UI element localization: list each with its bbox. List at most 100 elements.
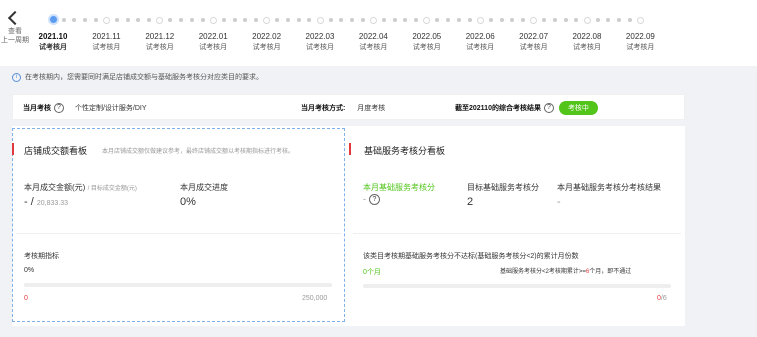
- timeline-dot[interactable]: [476, 17, 484, 24]
- timeline-dot[interactable]: [583, 17, 591, 24]
- service-bar-total: /6: [660, 295, 667, 302]
- timeline-dot[interactable]: [102, 17, 110, 24]
- month-label: 2022.01: [198, 32, 228, 41]
- timeline-step-dot: [296, 18, 301, 22]
- timeline-step-dot: [147, 18, 152, 22]
- result-cell: 截至202110的综合考核结果? 考核中: [455, 101, 598, 115]
- timeline-step-dot: [552, 18, 557, 22]
- timeline-month-2022.07[interactable]: 2022.07 试考核月: [512, 31, 556, 53]
- timeline-step-dot: [456, 18, 461, 22]
- month-label: 2022.03: [305, 32, 335, 41]
- category-value: 个性定制/设计服务/DIY: [74, 105, 147, 112]
- timeline-month-2022.05[interactable]: 2022.05 试考核月: [405, 31, 449, 53]
- month-label: 2022.06: [465, 32, 495, 41]
- month-label: 2021.11: [92, 32, 121, 41]
- timeline-month-2022.01[interactable]: 2022.01 试考核月: [191, 31, 235, 53]
- score-result-value: -: [557, 196, 561, 208]
- timeline-step-dot: [382, 18, 387, 22]
- gmv-panel-subtitle: 本月店铺成交额仅做建议参考，最终店铺成交额以考核期指标进行考核。: [102, 149, 295, 155]
- category-label: 当月考核: [23, 105, 51, 112]
- timeline-step-dot: [83, 18, 88, 22]
- timeline-dot[interactable]: [423, 17, 431, 24]
- help-icon[interactable]: ?: [543, 103, 554, 113]
- service-panel-title: 基础服务考核分看板: [364, 146, 446, 156]
- timeline-step-dot: [179, 18, 184, 22]
- month-label: 2022.02: [252, 32, 282, 41]
- timeline-dot[interactable]: [47, 14, 59, 25]
- gmv-progress-bar: [24, 283, 332, 287]
- timeline-dot[interactable]: [316, 17, 324, 24]
- timeline-month-2022.06[interactable]: 2022.06 试考核月: [458, 31, 502, 53]
- month-label: 2022.05: [412, 32, 442, 41]
- fail-rule: 基础服务考核分<2考核期累计>=6个月，即不通过: [500, 266, 631, 275]
- timeline-month-2022.04[interactable]: 2022.04 试考核月: [351, 31, 395, 53]
- month-sublabel: 试考核月: [626, 44, 655, 51]
- month-sublabel: 试考核月: [199, 44, 228, 51]
- amount-label: 本月成交金额(元): [24, 183, 86, 192]
- month-sublabel: 试考核月: [92, 44, 121, 51]
- service-score-row: -?: [363, 194, 383, 206]
- timeline-dot[interactable]: [369, 17, 377, 24]
- view-previous-period-button[interactable]: 查看 上一周期: [0, 8, 30, 45]
- timeline-month-2021.12[interactable]: 2021.12 试考核月: [138, 31, 182, 53]
- timeline-dot[interactable]: [263, 17, 271, 24]
- timeline-step-dot: [61, 18, 66, 22]
- service-score-value: -: [363, 194, 366, 204]
- target-amount-value: 20,833.33: [36, 200, 68, 207]
- timeline-step-dot: [339, 18, 344, 22]
- amount-value-row: - / 20,833.33: [24, 196, 68, 208]
- period-metric-label: 考核期指标: [24, 253, 59, 260]
- fail-rule-prefix: 基础服务考核分<2考核期累计>=: [500, 269, 586, 275]
- period-metric-percent: 0%: [24, 267, 35, 274]
- timeline-step-dot: [275, 18, 280, 22]
- target-score-label: 目标基础服务考核分: [467, 183, 539, 192]
- month-sublabel: 试考核月: [39, 44, 67, 51]
- gmv-bar-min: 0: [24, 295, 28, 302]
- timeline-step-dot: [72, 18, 77, 22]
- fail-months-text: 该类目考核期基础服务考核分不达标(基础服务考核分<2)的累计月份数: [363, 253, 579, 260]
- timeline-dot[interactable]: [636, 17, 644, 24]
- back-label-line1: 查看: [8, 28, 22, 35]
- chevron-left-icon: [7, 10, 23, 26]
- timeline-step-dot: [403, 18, 408, 22]
- timeline-dot[interactable]: [156, 17, 164, 24]
- method-label: 当月考核方式:: [301, 105, 346, 112]
- timeline-step-dot: [499, 18, 504, 22]
- gmv-panel: [12, 128, 345, 322]
- month-label: 2022.08: [572, 32, 602, 41]
- timeline-month-2022.08[interactable]: 2022.08 试考核月: [565, 31, 609, 53]
- timeline-month-2021.10[interactable]: 2021.10 试考核月: [31, 31, 75, 53]
- assessment-summary: 当月考核? 个性定制/设计服务/DIY 当月考核方式: 月度考核 截至20211…: [12, 94, 685, 120]
- timeline-step-dot: [574, 18, 579, 22]
- timeline-step-dot: [136, 18, 141, 22]
- period-timeline: 查看 上一周期 2021.10 试考核月 2021.11 试考核月 2021.12 试考核…: [0, 0, 757, 66]
- timeline-dot[interactable]: [209, 17, 217, 24]
- timeline-month-2022.09[interactable]: 2022.09 试考核月: [618, 31, 662, 53]
- help-icon[interactable]: ?: [369, 194, 380, 206]
- timeline-month-2022.03[interactable]: 2022.03 试考核月: [298, 31, 342, 53]
- page: 查看 上一周期 2021.10 试考核月 2021.11 试考核月 2021.12 试考核…: [0, 0, 757, 337]
- method-value: 月度考核: [357, 105, 386, 112]
- status-badge: 考核中: [558, 101, 598, 115]
- timeline-step-dot: [435, 18, 440, 22]
- timeline-step-dot: [168, 18, 173, 22]
- method-cell: 当月考核方式: 月度考核: [301, 103, 385, 113]
- month-sublabel: 试考核月: [412, 44, 441, 51]
- service-progress-bar: [363, 284, 671, 288]
- help-icon[interactable]: ?: [54, 103, 64, 114]
- month-label: 2022.07: [519, 32, 549, 41]
- timeline-step-dot: [446, 18, 451, 22]
- timeline-step-dot: [542, 18, 547, 22]
- month-label: 2022.04: [358, 32, 388, 41]
- timeline-month-2021.11[interactable]: 2021.11 试考核月: [84, 31, 128, 53]
- info-icon: i: [12, 72, 21, 82]
- timeline-step-dot: [488, 18, 493, 22]
- timeline-step-dot: [414, 18, 419, 22]
- timeline-month-2022.02[interactable]: 2022.02 试考核月: [245, 31, 289, 53]
- back-label-line2: 上一周期: [1, 37, 29, 44]
- timeline-step-dot: [285, 18, 290, 22]
- timeline-step-dot: [467, 18, 472, 22]
- month-sublabel: 试考核月: [573, 44, 601, 51]
- timeline-dot[interactable]: [530, 17, 538, 24]
- timeline-step-dot: [125, 18, 130, 22]
